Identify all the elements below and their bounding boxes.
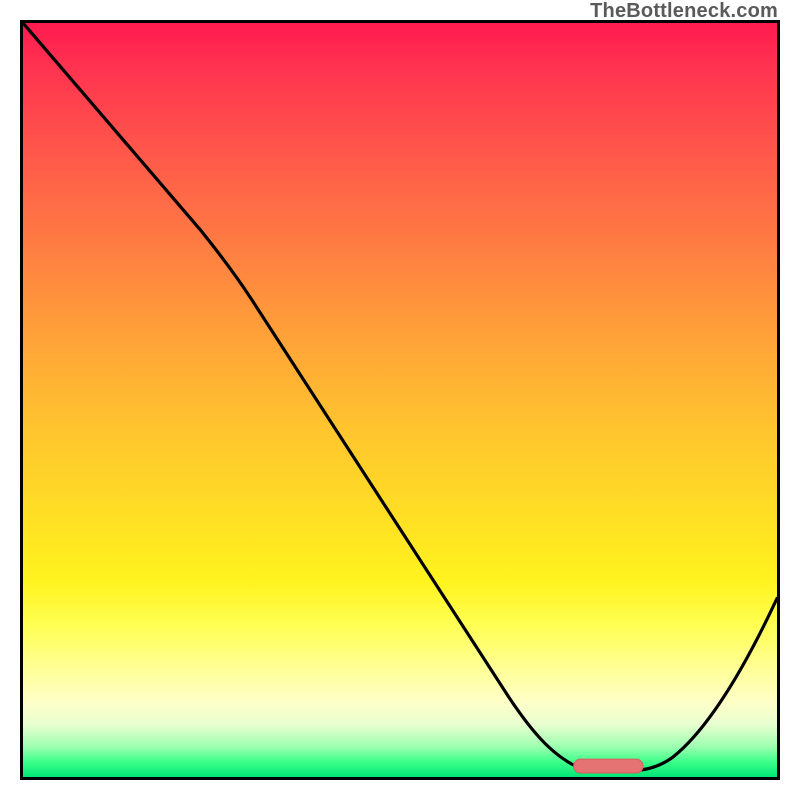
- plot-area: [20, 20, 780, 780]
- chart-container: TheBottleneck.com: [0, 0, 800, 800]
- bottleneck-curve: [23, 23, 777, 771]
- chart-svg: [23, 23, 777, 777]
- optimal-marker: [574, 759, 643, 773]
